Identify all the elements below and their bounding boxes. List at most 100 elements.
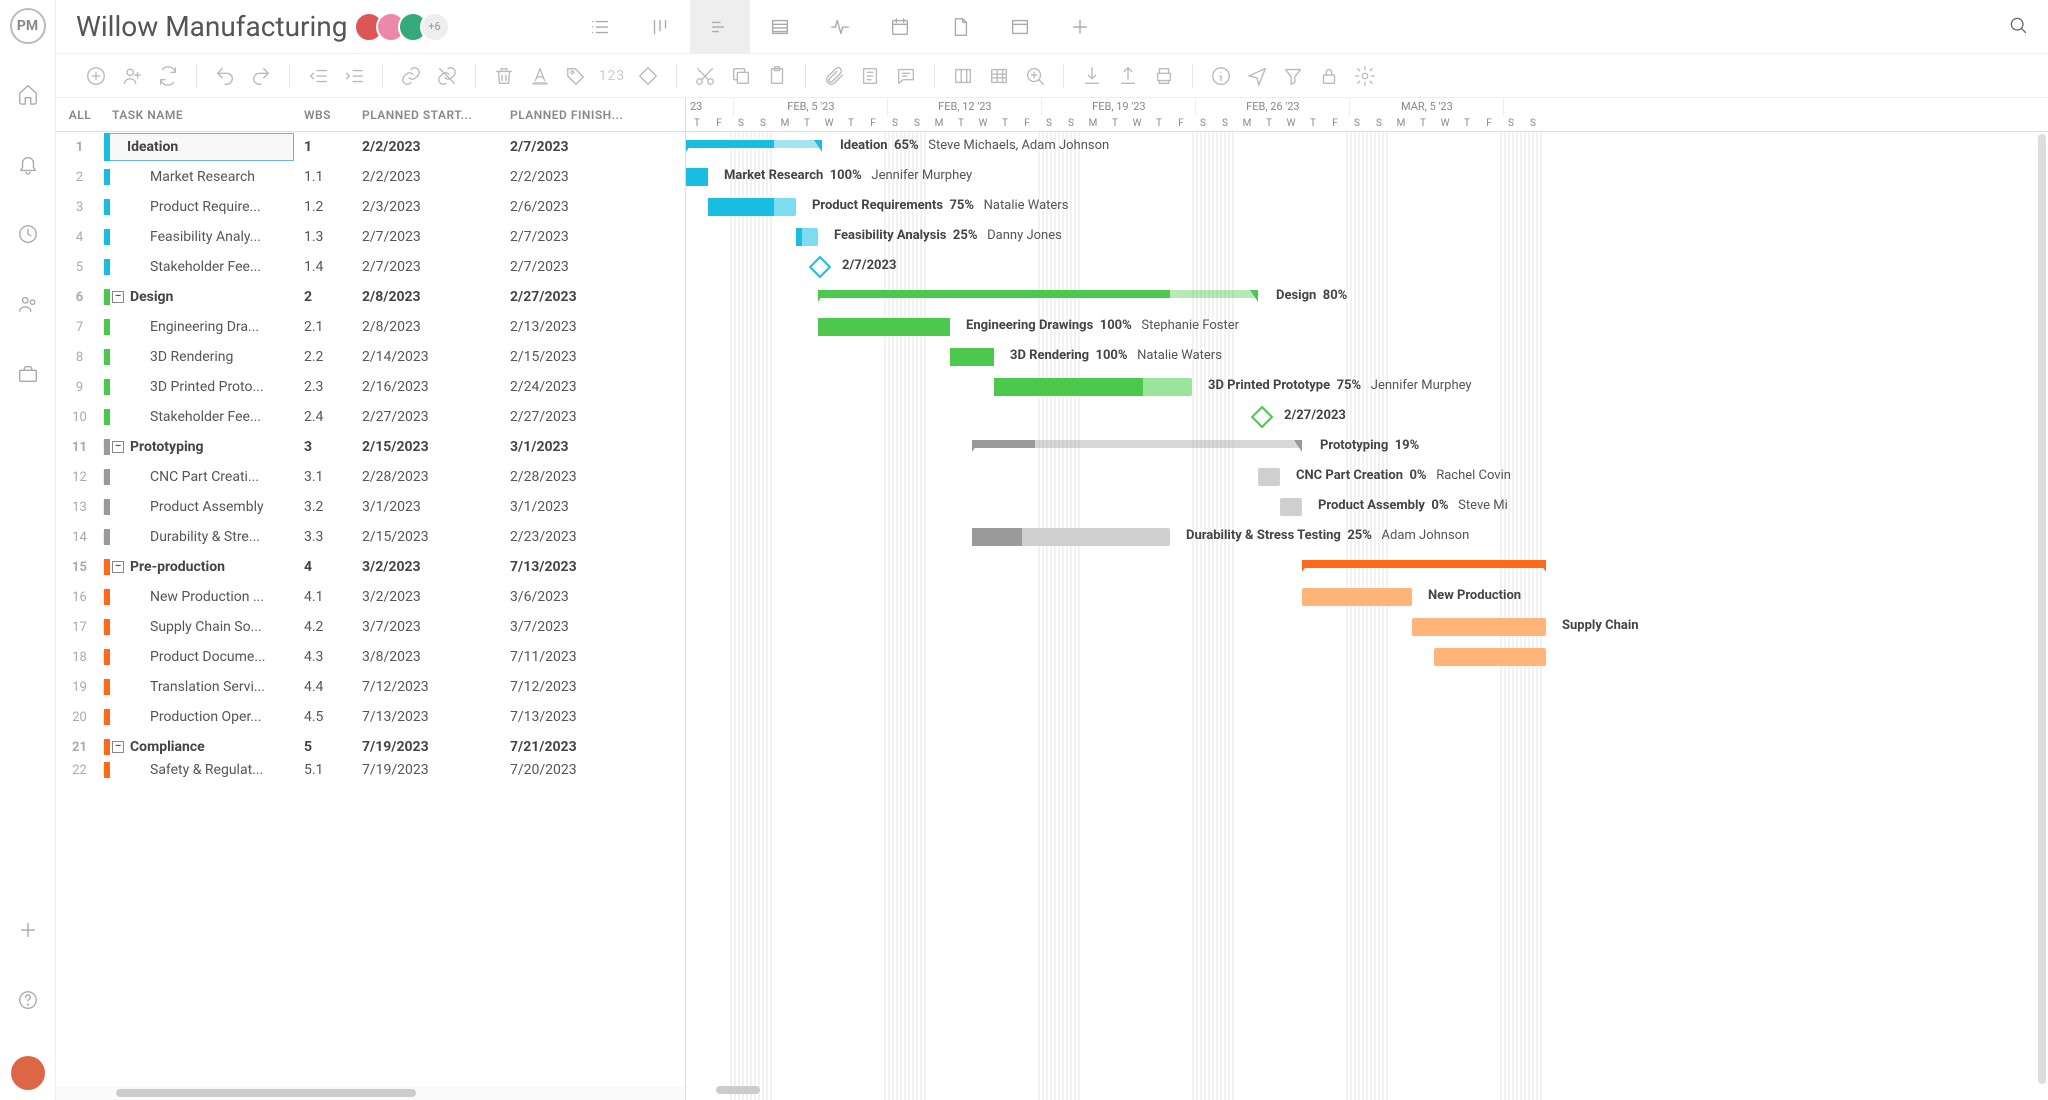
help-icon[interactable] bbox=[14, 986, 42, 1014]
view-calendar-icon[interactable] bbox=[870, 0, 930, 54]
column-wbs[interactable]: WBS bbox=[304, 108, 362, 122]
table-row[interactable]: 13Product Assembly3.23/1/20233/1/2023 bbox=[56, 492, 685, 522]
table-row[interactable]: 21–Compliance57/19/20237/21/2023 bbox=[56, 732, 685, 762]
table-row[interactable]: 83D Rendering2.22/14/20232/15/2023 bbox=[56, 342, 685, 372]
table-row[interactable]: 20Production Oper...4.57/13/20237/13/202… bbox=[56, 702, 685, 732]
table-row[interactable]: 93D Printed Proto...2.32/16/20232/24/202… bbox=[56, 372, 685, 402]
trash-icon[interactable] bbox=[486, 60, 522, 92]
bell-icon[interactable] bbox=[14, 150, 42, 178]
gantt-task-bar[interactable] bbox=[994, 378, 1192, 396]
table-row[interactable]: 17Supply Chain So...4.23/7/20233/7/2023 bbox=[56, 612, 685, 642]
table-row[interactable]: 1Ideation12/2/20232/7/2023 bbox=[56, 132, 685, 162]
app-logo[interactable]: PM bbox=[10, 8, 46, 44]
table-row[interactable]: 6–Design22/8/20232/27/2023 bbox=[56, 282, 685, 312]
project-members[interactable]: +6 bbox=[362, 12, 450, 42]
send-icon[interactable] bbox=[1239, 60, 1275, 92]
column-task-name[interactable]: TASK NAME bbox=[104, 108, 304, 122]
table-row[interactable]: 10Stakeholder Fee...2.42/27/20232/27/202… bbox=[56, 402, 685, 432]
columns-icon[interactable] bbox=[945, 60, 981, 92]
search-icon[interactable] bbox=[2008, 15, 2028, 39]
gantt-task-bar[interactable] bbox=[950, 348, 994, 366]
collapse-icon[interactable]: – bbox=[112, 291, 124, 303]
link-icon[interactable] bbox=[393, 60, 429, 92]
copy-icon[interactable] bbox=[723, 60, 759, 92]
assign-user-icon[interactable] bbox=[114, 60, 150, 92]
view-file-icon[interactable] bbox=[930, 0, 990, 54]
import-icon[interactable] bbox=[1074, 60, 1110, 92]
zoom-icon[interactable] bbox=[1017, 60, 1053, 92]
team-icon[interactable] bbox=[14, 290, 42, 318]
table-row[interactable]: 14Durability & Stre...3.32/15/20232/23/2… bbox=[56, 522, 685, 552]
horizontal-scrollbar[interactable] bbox=[56, 1086, 685, 1100]
sync-icon[interactable] bbox=[150, 60, 186, 92]
tag-icon[interactable] bbox=[558, 60, 594, 92]
table-row[interactable]: 15–Pre-production43/2/20237/13/2023 bbox=[56, 552, 685, 582]
home-icon[interactable] bbox=[14, 80, 42, 108]
column-all[interactable]: ALL bbox=[56, 108, 104, 122]
plus-icon[interactable] bbox=[14, 916, 42, 944]
gantt-summary-bar[interactable] bbox=[818, 290, 1258, 298]
unlink-icon[interactable] bbox=[429, 60, 465, 92]
gantt-task-bar[interactable] bbox=[972, 528, 1170, 546]
user-avatar[interactable] bbox=[11, 1056, 45, 1090]
gantt-horizontal-scrollbar[interactable] bbox=[716, 1086, 760, 1100]
gantt-summary-bar[interactable] bbox=[972, 440, 1302, 448]
view-board-icon[interactable] bbox=[630, 0, 690, 54]
clock-icon[interactable] bbox=[14, 220, 42, 248]
collapse-icon[interactable]: – bbox=[112, 441, 124, 453]
table-row[interactable]: 7Engineering Dra...2.12/8/20232/13/2023 bbox=[56, 312, 685, 342]
outdent-icon[interactable] bbox=[300, 60, 336, 92]
view-window-icon[interactable] bbox=[990, 0, 1050, 54]
gantt-vertical-scrollbar[interactable] bbox=[2038, 134, 2046, 1084]
gantt-milestone-diamond[interactable] bbox=[1251, 406, 1274, 429]
paste-icon[interactable] bbox=[759, 60, 795, 92]
gantt-milestone-diamond[interactable] bbox=[809, 256, 832, 279]
gantt-task-bar[interactable] bbox=[818, 318, 950, 336]
briefcase-icon[interactable] bbox=[14, 360, 42, 388]
column-planned-finish[interactable]: PLANNED FINISH... bbox=[510, 108, 685, 122]
table-row[interactable]: 18Product Docume...4.33/8/20237/11/2023 bbox=[56, 642, 685, 672]
cut-icon[interactable] bbox=[687, 60, 723, 92]
collapse-icon[interactable]: – bbox=[112, 741, 124, 753]
gantt-task-bar[interactable] bbox=[1258, 468, 1280, 486]
gantt-task-bar[interactable] bbox=[1434, 648, 1546, 666]
column-planned-start[interactable]: PLANNED START... bbox=[362, 108, 510, 122]
table-row[interactable]: 11–Prototyping32/15/20233/1/2023 bbox=[56, 432, 685, 462]
gantt-task-bar[interactable] bbox=[1280, 498, 1302, 516]
lock-icon[interactable] bbox=[1311, 60, 1347, 92]
avatar-more[interactable]: +6 bbox=[420, 12, 450, 42]
gantt-task-bar[interactable] bbox=[796, 228, 818, 246]
gantt-summary-bar[interactable] bbox=[1302, 560, 1546, 568]
notes-icon[interactable] bbox=[852, 60, 888, 92]
view-list-icon[interactable] bbox=[570, 0, 630, 54]
settings-gear-icon[interactable] bbox=[1347, 60, 1383, 92]
table-row[interactable]: 3Product Require...1.22/3/20232/6/2023 bbox=[56, 192, 685, 222]
table-row[interactable]: 5Stakeholder Fee...1.42/7/20232/7/2023 bbox=[56, 252, 685, 282]
view-gantt-icon[interactable] bbox=[690, 0, 750, 54]
view-activity-icon[interactable] bbox=[810, 0, 870, 54]
table-row[interactable]: 4Feasibility Analy...1.32/7/20232/7/2023 bbox=[56, 222, 685, 252]
add-circle-icon[interactable] bbox=[78, 60, 114, 92]
view-sheet-icon[interactable] bbox=[750, 0, 810, 54]
wbs-toggle[interactable]: 123 bbox=[594, 60, 630, 92]
redo-icon[interactable] bbox=[243, 60, 279, 92]
view-add-icon[interactable] bbox=[1050, 0, 1110, 54]
table-row[interactable]: 16New Production ...4.13/2/20233/6/2023 bbox=[56, 582, 685, 612]
print-icon[interactable] bbox=[1146, 60, 1182, 92]
info-icon[interactable] bbox=[1203, 60, 1239, 92]
export-icon[interactable] bbox=[1110, 60, 1146, 92]
collapse-icon[interactable]: – bbox=[112, 561, 124, 573]
milestone-diamond-icon[interactable] bbox=[630, 60, 666, 92]
attachment-icon[interactable] bbox=[816, 60, 852, 92]
indent-icon[interactable] bbox=[336, 60, 372, 92]
undo-icon[interactable] bbox=[207, 60, 243, 92]
text-color-icon[interactable] bbox=[522, 60, 558, 92]
table-row[interactable]: 22Safety & Regulat...5.17/19/20237/20/20… bbox=[56, 762, 685, 778]
table-row[interactable]: 12CNC Part Creati...3.12/28/20232/28/202… bbox=[56, 462, 685, 492]
filter-icon[interactable] bbox=[1275, 60, 1311, 92]
table-row[interactable]: 19Translation Servi...4.47/12/20237/12/2… bbox=[56, 672, 685, 702]
gantt-task-bar[interactable] bbox=[1412, 618, 1546, 636]
grid-icon[interactable] bbox=[981, 60, 1017, 92]
gantt-task-bar[interactable] bbox=[708, 198, 796, 216]
table-row[interactable]: 2Market Research1.12/2/20232/2/2023 bbox=[56, 162, 685, 192]
